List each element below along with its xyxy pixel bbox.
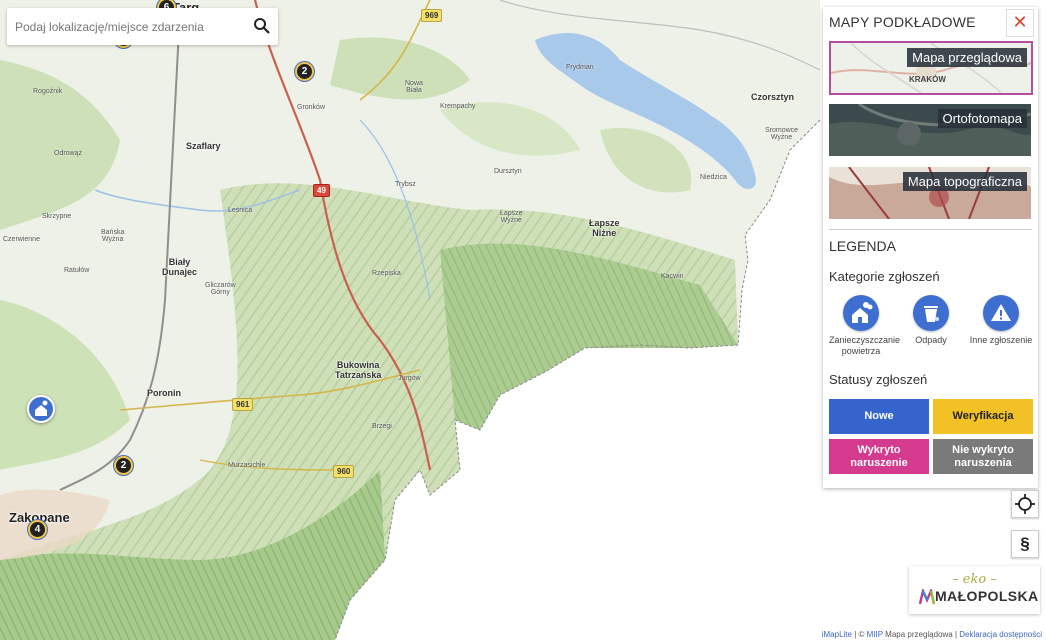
paragraph-icon: § [1020, 534, 1030, 553]
place-label: Skrzypne [42, 213, 72, 220]
road-number-badge: 49 [313, 184, 330, 197]
place-label: Czorsztyn [751, 92, 795, 102]
basemap-label: Mapa topograficzna [902, 172, 1027, 191]
logo-mark-icon [919, 589, 935, 605]
place-label: Sromowce Wyżne [765, 127, 799, 141]
panel-title: MAPY PODKŁADOWE [829, 14, 976, 30]
legal-button[interactable]: § [1011, 530, 1039, 558]
locate-button[interactable] [1011, 490, 1039, 518]
waste-bin-icon [913, 295, 949, 331]
place-label: Rogoźnik [33, 88, 63, 95]
search-button[interactable] [250, 14, 274, 38]
status-verification[interactable]: Weryfikacja [933, 399, 1033, 434]
place-label: Niedzica [700, 174, 727, 181]
category-label: Odpady [915, 335, 947, 345]
report-cluster[interactable]: 2 [116, 458, 131, 473]
place-label: Bukowina Tatrzańska [335, 360, 382, 380]
category-label: Inne zgłoszenie [969, 335, 1033, 345]
search-icon [254, 18, 270, 34]
place-label: Odrowąż [54, 150, 83, 157]
place-label: Biały Dunajec [162, 257, 198, 277]
house-smoke-icon [843, 295, 879, 331]
status-violation-detected[interactable]: Wykryto naruszenie [829, 439, 929, 474]
logo-eko-text: – eko – [952, 572, 997, 587]
place-label: Krempachy [440, 103, 476, 110]
logo-name: MAŁOPOLSKA [935, 588, 1039, 604]
warning-icon [983, 295, 1019, 331]
imaplite-link[interactable]: iMapLite [822, 630, 852, 639]
place-label: Łapsze Wyżne [500, 210, 523, 224]
place-label: Gliczarów Górny [205, 282, 236, 296]
basemap-overview[interactable]: Mapa przeglądowa KRAKÓW [829, 41, 1033, 95]
place-label: Trybsz [395, 181, 416, 188]
report-marker-air-pollution[interactable] [27, 395, 55, 423]
basemap-label: Mapa przeglądowa [907, 48, 1027, 67]
basemap-legend-panel: MAPY PODKŁADOWE ✕ Mapa przeglądowa KRAKÓ… [823, 7, 1038, 488]
place-label: Kacwin [661, 273, 684, 280]
basemap-topographic[interactable]: Mapa topograficzna [829, 167, 1031, 219]
attrib-basemap: Mapa przeglądowa | [882, 630, 960, 639]
statuses-title: Statusy zgłoszeń [829, 372, 928, 387]
categories-title: Kategorie zgłoszeń [829, 269, 940, 284]
place-label: Leśnica [228, 207, 253, 214]
basemap-city-label: KRAKÓW [909, 75, 946, 84]
road-number-badge: 969 [421, 9, 443, 22]
miip-link[interactable]: MIIP [867, 630, 883, 639]
close-button[interactable]: ✕ [1006, 9, 1034, 37]
place-label: Rzepiska [372, 270, 401, 277]
place-label: Jurgów [398, 375, 421, 382]
place-label: Murzasichle [228, 462, 266, 469]
accessibility-link[interactable]: Deklaracja dostępności [959, 630, 1042, 639]
eko-malopolska-logo[interactable]: – eko – MAŁOPOLSKA [909, 566, 1040, 614]
status-no-violation[interactable]: Nie wykryto naruszenia [933, 439, 1033, 474]
place-label: Bańska Wyżna [101, 229, 125, 243]
category-waste: Odpady [899, 295, 963, 346]
place-label: Ratułów [64, 267, 90, 274]
basemap-orthophoto[interactable]: Ortofotomapa [829, 104, 1031, 156]
legend-title: LEGENDA [829, 238, 896, 254]
report-cluster[interactable]: 4 [30, 522, 45, 537]
report-cluster[interactable]: 2 [297, 64, 312, 79]
place-label: Poronin [147, 388, 181, 398]
place-label: Szaflary [186, 141, 221, 151]
place-label: Łapsze Niżne [589, 218, 620, 238]
divider [829, 229, 1032, 230]
search-box [7, 8, 278, 45]
place-label: Czerwienne [3, 236, 40, 243]
road-number-badge: 961 [232, 398, 254, 411]
place-label: Dursztyn [494, 168, 522, 175]
category-other: Inne zgłoszenie [969, 295, 1033, 346]
attrib-sep: | © [851, 630, 867, 639]
search-input[interactable] [13, 17, 247, 37]
category-air-pollution: Zanieczyszczanie powietrza [829, 295, 901, 357]
status-new[interactable]: Nowe [829, 399, 929, 434]
place-label: Nowa Biała [405, 80, 423, 94]
place-label: Brzegi [372, 423, 392, 430]
category-label: Zanieczyszczanie powietrza [829, 335, 901, 356]
map-attribution: iMapLite | © MIIP Mapa przeglądowa | Dek… [819, 630, 1044, 639]
basemap-label: Ortofotomapa [937, 109, 1027, 128]
crosshair-icon [1015, 494, 1035, 514]
road-number-badge: 960 [333, 465, 355, 478]
house-smoke-icon [35, 400, 48, 416]
place-label: Frydman [566, 64, 594, 71]
place-label: Gronków [297, 104, 326, 111]
